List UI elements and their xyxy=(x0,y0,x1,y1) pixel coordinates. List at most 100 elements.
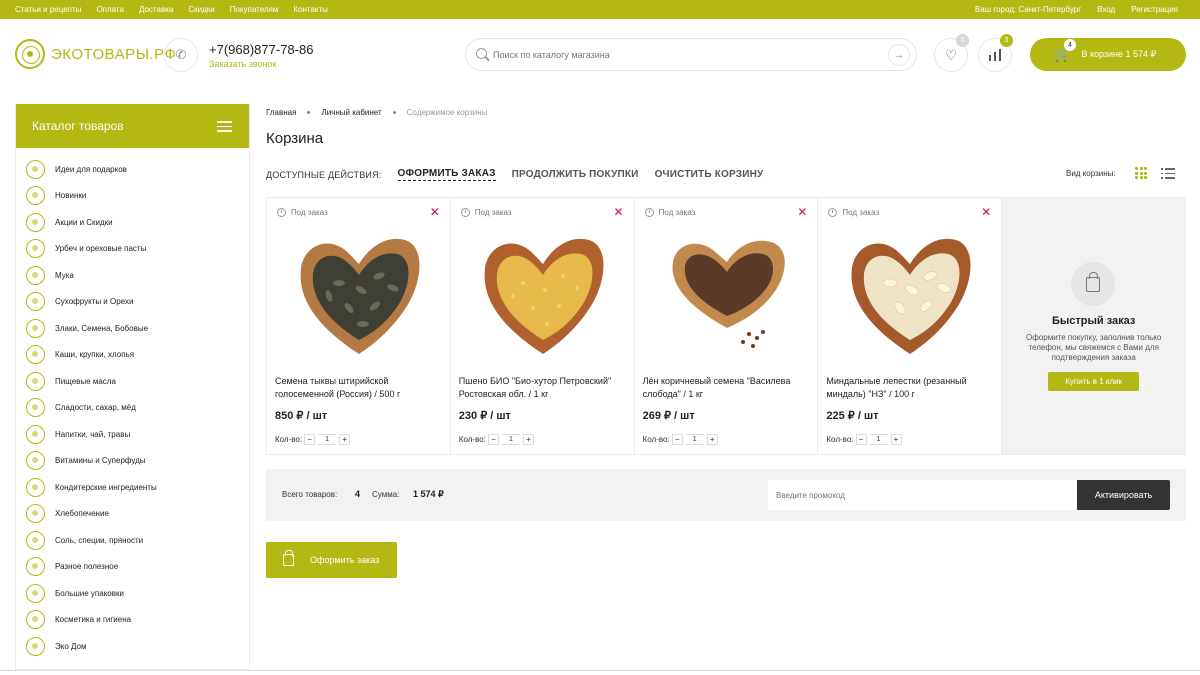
qty-value[interactable]: 1 xyxy=(869,434,888,445)
actions-label: ДОСТУПНЫЕ ДЕЙСТВИЯ: xyxy=(266,169,382,180)
catalog-item-misc[interactable]: Разное полезное xyxy=(16,554,249,581)
qty-value[interactable]: 1 xyxy=(318,434,337,445)
catalog-item-label: Косметика и гигиена xyxy=(55,615,132,625)
heart-leaf-icon xyxy=(26,557,45,577)
favorites-badge: 0 xyxy=(956,34,969,47)
qty-increase-button[interactable]: + xyxy=(890,434,902,445)
qty-increase-button[interactable]: + xyxy=(339,434,351,445)
catalog-item-urbech[interactable]: Урбеч и ореховые пасты xyxy=(16,236,249,263)
footer-divider xyxy=(0,670,1200,675)
top-nav-customers[interactable]: Покупателям xyxy=(230,5,279,14)
top-nav: Статьи и рецепты Оплата Доставка Скидки … xyxy=(15,0,343,19)
register-link[interactable]: Регистрация xyxy=(1131,5,1178,14)
catalog-item-gifts[interactable]: Идеи для подарков xyxy=(16,156,249,183)
top-nav-contacts[interactable]: Контакты xyxy=(293,5,328,14)
breadcrumb-home[interactable]: Главная xyxy=(266,108,296,117)
qty-increase-button[interactable]: + xyxy=(706,434,718,445)
cart-button[interactable]: 🛒 4 В корзине 1 574 ₽ xyxy=(1030,38,1186,71)
shopping-bag-icon xyxy=(1071,262,1116,306)
oil-bottle-icon xyxy=(26,371,45,391)
breadcrumb-account[interactable]: Личный кабинет xyxy=(321,108,381,117)
availability: Под заказ xyxy=(828,208,879,217)
qty-decrease-button[interactable]: − xyxy=(671,434,683,445)
cart-item: Под заказ ✕ Миндальные лепестки (резанны… xyxy=(818,198,1003,454)
product-name[interactable]: Семена тыквы штирийской голосеменной (Ро… xyxy=(275,375,445,401)
product-name[interactable]: Пшено БИО "Био-хутор Петровский" Ростовс… xyxy=(459,375,629,401)
catalog-item-baking[interactable]: Хлебопечение xyxy=(16,501,249,528)
favorites-button[interactable]: ♡ 0 xyxy=(934,34,969,72)
product-image[interactable] xyxy=(473,228,613,364)
phone-number[interactable]: +7(968)877-78-86 xyxy=(209,42,313,57)
catalog-item-new[interactable]: Новинки xyxy=(16,183,249,210)
catalog-item-spices[interactable]: Соль, специи, пряности xyxy=(16,527,249,554)
flour-bag-icon xyxy=(26,265,45,285)
catalog-item-eco-home[interactable]: Эко Дом xyxy=(16,633,249,660)
login-link[interactable]: Вход xyxy=(1097,5,1115,14)
logo-text: ЭКОТОВАРЫ.РФ xyxy=(51,45,177,63)
catalog-item-bulk[interactable]: Большие упаковки xyxy=(16,580,249,607)
breadcrumb: Главная Личный кабинет Содержимое корзин… xyxy=(266,108,487,117)
top-nav-delivery[interactable]: Доставка xyxy=(139,5,173,14)
phone-icon[interactable]: ✆ xyxy=(164,38,198,72)
catalog-item-sweets[interactable]: Сладости, сахар, мёд xyxy=(16,395,249,422)
remove-item-button[interactable]: ✕ xyxy=(430,205,440,219)
cup-icon xyxy=(26,424,45,444)
catalog-item-label: Сладости, сахар, мёд xyxy=(55,403,136,413)
grid-view-icon[interactable] xyxy=(1135,167,1147,179)
cosmetics-icon xyxy=(26,610,45,630)
cart-badge: 4 xyxy=(1064,39,1076,51)
catalog-item-dried-fruits[interactable]: Сухофрукты и Орехи xyxy=(16,289,249,316)
product-name[interactable]: Лён коричневый семена "Василева слобода"… xyxy=(643,375,813,401)
top-nav-discounts[interactable]: Скидки xyxy=(188,5,214,14)
checkout-link[interactable]: ОФОРМИТЬ ЗАКАЗ xyxy=(397,168,496,181)
logo[interactable]: ЭКОТОВАРЫ.РФ xyxy=(15,39,176,69)
product-image[interactable] xyxy=(289,228,429,364)
catalog-item-drinks[interactable]: Напитки, чай, травы xyxy=(16,421,249,448)
remove-item-button[interactable]: ✕ xyxy=(981,205,991,219)
one-click-buy-button[interactable]: Купить в 1 клик xyxy=(1048,372,1140,391)
qty-value[interactable]: 1 xyxy=(501,434,520,445)
top-nav-articles[interactable]: Статьи и рецепты xyxy=(15,5,81,14)
catalog-item-porridge[interactable]: Каши, крупки, хлопья xyxy=(16,342,249,369)
qty-decrease-button[interactable]: − xyxy=(487,434,499,445)
qty-decrease-button[interactable]: − xyxy=(855,434,867,445)
catalog-item-label: Соль, специи, пряности xyxy=(55,535,144,545)
product-name[interactable]: Миндальные лепестки (резанный миндаль) "… xyxy=(826,375,996,401)
new-badge-icon xyxy=(26,186,45,206)
product-price: 225 ₽ / шт xyxy=(826,410,879,422)
gift-icon xyxy=(26,159,45,179)
catalog-item-flour[interactable]: Мука xyxy=(16,262,249,289)
promo-code-input[interactable] xyxy=(768,480,1078,510)
qty-value[interactable]: 1 xyxy=(685,434,704,445)
place-order-button[interactable]: Оформить заказ xyxy=(266,542,397,578)
catalog-item-label: Витамины и Суперфуды xyxy=(55,456,146,466)
remove-item-button[interactable]: ✕ xyxy=(797,205,807,219)
search-submit-button[interactable]: → xyxy=(888,44,910,66)
search-input[interactable] xyxy=(493,46,873,64)
callback-link[interactable]: Заказать звонок xyxy=(209,59,276,69)
continue-shopping-link[interactable]: ПРОДОЛЖИТЬ ПОКУПКИ xyxy=(512,169,639,180)
qty-increase-button[interactable]: + xyxy=(522,434,534,445)
qty-decrease-button[interactable]: − xyxy=(304,434,316,445)
catalog-item-confectionery[interactable]: Кондитерские ингредиенты xyxy=(16,474,249,501)
clear-cart-link[interactable]: ОЧИСТИТЬ КОРЗИНУ xyxy=(655,169,764,180)
clock-icon xyxy=(277,208,286,217)
catalog-item-sales[interactable]: Акции и Скидки xyxy=(16,209,249,236)
compare-button[interactable]: 3 xyxy=(978,34,1013,72)
catalog-item-oils[interactable]: Пищевые масла xyxy=(16,368,249,395)
catalog-item-cosmetics[interactable]: Косметика и гигиена xyxy=(16,607,249,634)
header: ЭКОТОВАРЫ.РФ ✆ +7(968)877-78-86 Заказать… xyxy=(0,19,1200,91)
product-image[interactable] xyxy=(840,228,980,364)
product-image[interactable] xyxy=(657,228,797,364)
city-selector[interactable]: Ваш город: Санкт-Петербург xyxy=(975,5,1081,14)
top-nav-payment[interactable]: Оплата xyxy=(96,5,124,14)
catalog-item-vitamins[interactable]: Витамины и Суперфуды xyxy=(16,448,249,475)
activate-promo-button[interactable]: Активировать xyxy=(1077,480,1170,510)
list-view-icon[interactable] xyxy=(1161,168,1175,179)
cart-label: В корзине 1 574 ₽ xyxy=(1081,49,1157,59)
remove-item-button[interactable]: ✕ xyxy=(614,205,624,219)
catalog-item-label: Злаки, Семена, Бобовые xyxy=(55,323,149,333)
catalog-header[interactable]: Каталог товаров xyxy=(16,104,249,148)
catalog-item-grains[interactable]: Злаки, Семена, Бобовые xyxy=(16,315,249,342)
cart-items: Под заказ ✕ Семена тыквы штирийской голо… xyxy=(266,197,1186,455)
